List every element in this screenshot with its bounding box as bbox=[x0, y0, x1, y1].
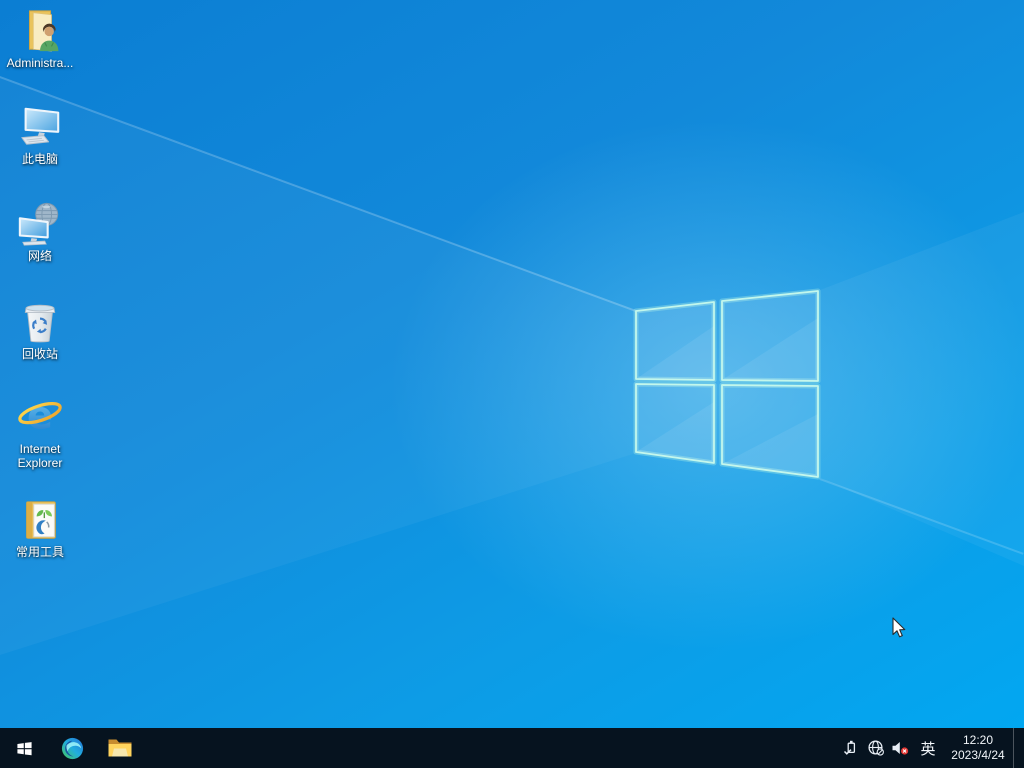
start-button[interactable] bbox=[0, 728, 48, 768]
microsoft-edge-icon bbox=[61, 737, 83, 759]
network-no-internet-tray-icon[interactable] bbox=[863, 728, 888, 768]
taskbar-clock[interactable]: 12:20 2023/4/24 bbox=[943, 728, 1013, 768]
taskbar-empty-area bbox=[144, 728, 838, 768]
network-icon bbox=[18, 202, 59, 246]
file-explorer-icon bbox=[108, 739, 132, 757]
volume-muted-tray-icon[interactable] bbox=[888, 728, 913, 768]
desktop-icon-label: 常用工具 bbox=[15, 545, 64, 559]
clock-date: 2023/4/24 bbox=[951, 748, 1005, 762]
wallpaper: Administra... 此电脑 网络 回收站 e Internet Expl… bbox=[0, 0, 1024, 728]
desktop-icon-administrator[interactable]: Administra... bbox=[1, 8, 79, 70]
user-folder-icon bbox=[28, 10, 59, 52]
recycle-bin-icon bbox=[24, 304, 56, 343]
windows-logo-watermark bbox=[633, 288, 821, 480]
desktop-icon-label: 此电脑 bbox=[21, 152, 58, 166]
taskbar: 英 12:20 2023/4/24 bbox=[0, 728, 1024, 768]
clock-time: 12:20 bbox=[962, 733, 994, 747]
desktop-icon-label: 网络 bbox=[27, 249, 52, 263]
desktop-icon-internet-explorer[interactable]: e Internet Explorer bbox=[1, 394, 79, 470]
desktop-icon-this-pc[interactable]: 此电脑 bbox=[1, 104, 79, 166]
ime-indicator[interactable]: 英 bbox=[913, 728, 943, 768]
show-desktop-button[interactable] bbox=[1013, 728, 1024, 768]
desktop-icon-label: Internet Explorer bbox=[17, 442, 63, 470]
tools-folder-icon bbox=[26, 501, 56, 539]
desktop-icon-network[interactable]: 网络 bbox=[1, 201, 79, 263]
taskbar-item-file-explorer[interactable] bbox=[96, 728, 144, 768]
desktop-icon-label: Administra... bbox=[6, 56, 74, 70]
desktop-icon-common-tools[interactable]: 常用工具 bbox=[1, 497, 79, 559]
internet-explorer-icon: e bbox=[18, 394, 62, 439]
desktop-icon-recycle-bin[interactable]: 回收站 bbox=[1, 299, 79, 361]
computer-icon bbox=[21, 107, 60, 145]
taskbar-item-edge[interactable] bbox=[48, 728, 96, 768]
windows-start-icon bbox=[16, 741, 32, 755]
usb-safely-remove-tray-icon[interactable] bbox=[838, 728, 863, 768]
desktop-icon-label: 回收站 bbox=[21, 347, 58, 361]
system-tray: 英 12:20 2023/4/24 bbox=[838, 728, 1024, 768]
